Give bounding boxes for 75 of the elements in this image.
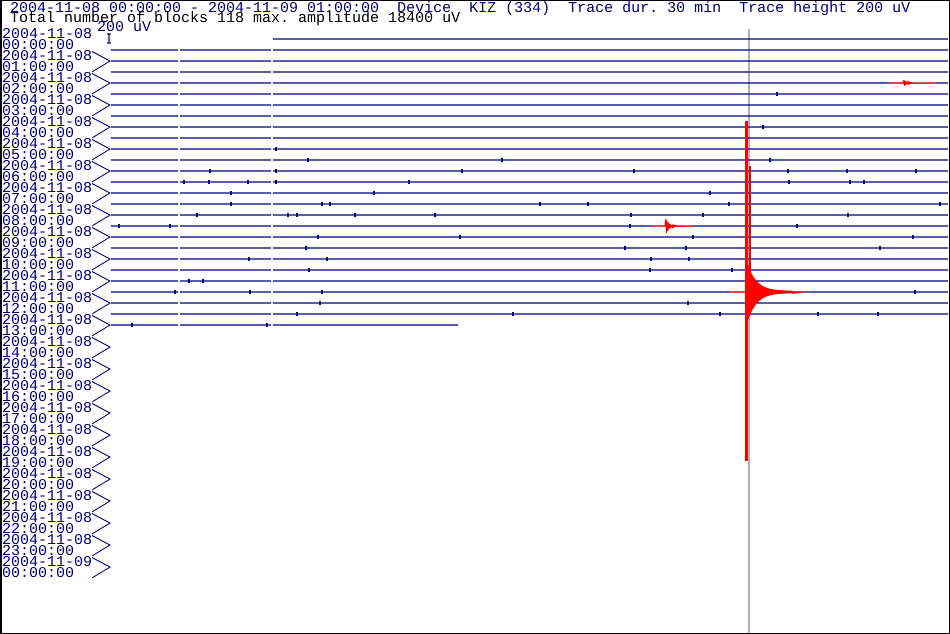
time-label: 20:00:00: [2, 480, 74, 491]
date-label: 2004-11-08: [2, 161, 92, 172]
time-label: 09:00:00: [2, 238, 74, 249]
time-label: 04:00:00: [2, 128, 74, 139]
chevron-marker-icon: [92, 337, 111, 358]
time-label: 16:00:00: [2, 392, 74, 403]
chevron-marker-icon: [92, 425, 111, 446]
date-label: 2004-11-08: [2, 117, 92, 128]
chevron-marker-icon: [92, 381, 111, 402]
date-label: 2004-11-08: [2, 29, 92, 40]
date-label: 2004-11-08: [2, 359, 92, 370]
time-label: 01:00:00: [2, 62, 74, 73]
time-label: 05:00:00: [2, 150, 74, 161]
time-label: 13:00:00: [2, 326, 74, 337]
chevron-marker-icon: [92, 557, 111, 578]
time-label: 21:00:00: [2, 502, 74, 513]
chevron-marker-icon: [92, 293, 111, 314]
date-label: 2004-11-08: [2, 95, 92, 106]
time-label: 10:00:00: [2, 260, 74, 271]
chevron-marker-icon: [92, 491, 111, 512]
date-label: 2004-11-08: [2, 73, 92, 84]
time-label: 08:00:00: [2, 216, 74, 227]
date-label: 2004-11-09: [2, 557, 92, 568]
chevron-marker-icon: [92, 161, 111, 182]
chevron-marker-icon: [92, 249, 111, 270]
time-label: 07:00:00: [2, 194, 74, 205]
time-label: 00:00:00: [2, 568, 74, 579]
date-label: 2004-11-08: [2, 183, 92, 194]
time-label: 22:00:00: [2, 524, 74, 535]
date-label: 2004-11-08: [2, 227, 92, 238]
chevron-marker-icon: [92, 227, 111, 248]
date-label: 2004-11-08: [2, 315, 92, 326]
date-label: 2004-11-08: [2, 535, 92, 546]
date-label: 2004-11-08: [2, 139, 92, 150]
time-label: 17:00:00: [2, 414, 74, 425]
chevron-marker-icon: [92, 447, 111, 468]
chevron-marker-icon: [92, 95, 111, 116]
time-label: 03:00:00: [2, 106, 74, 117]
chevron-marker-icon: [92, 359, 111, 380]
time-label: 02:00:00: [2, 84, 74, 95]
date-label: 2004-11-08: [2, 293, 92, 304]
date-label: 2004-11-08: [2, 513, 92, 524]
chevron-marker-icon: [92, 139, 111, 160]
time-label: 11:00:00: [2, 282, 74, 293]
time-label: 15:00:00: [2, 370, 74, 381]
chevron-marker-icon: [92, 205, 111, 226]
date-label: 2004-11-08: [2, 469, 92, 480]
date-label: 2004-11-08: [2, 381, 92, 392]
date-label: 2004-11-08: [2, 425, 92, 436]
chevron-marker-icon: [92, 403, 111, 424]
date-label: 2004-11-08: [2, 403, 92, 414]
chevron-marker-icon: [92, 315, 111, 336]
time-label: 12:00:00: [2, 304, 74, 315]
time-label: 18:00:00: [2, 436, 74, 447]
chevron-marker-icon: [92, 513, 111, 534]
chevron-marker-icon: [92, 51, 111, 72]
time-label: 00:00:00: [2, 40, 74, 51]
chevron-marker-icon: [92, 469, 111, 490]
chevron-marker-icon: [92, 73, 111, 94]
date-label: 2004-11-08: [2, 51, 92, 62]
chevron-marker-icon: [92, 535, 111, 556]
time-label: 23:00:00: [2, 546, 74, 557]
date-label: 2004-11-08: [2, 205, 92, 216]
date-label: 2004-11-08: [2, 337, 92, 348]
date-label: 2004-11-08: [2, 447, 92, 458]
scale-bar-icon: [107, 33, 111, 44]
date-label: 2004-11-08: [2, 491, 92, 502]
chevron-marker-icon: [92, 271, 111, 292]
date-label: 2004-11-08: [2, 271, 92, 282]
time-label: 19:00:00: [2, 458, 74, 469]
chevron-marker-icon: [92, 183, 111, 204]
chevron-marker-icon: [92, 117, 111, 138]
date-label: 2004-11-08: [2, 249, 92, 260]
time-label: 06:00:00: [2, 172, 74, 183]
time-label: 14:00:00: [2, 348, 74, 359]
